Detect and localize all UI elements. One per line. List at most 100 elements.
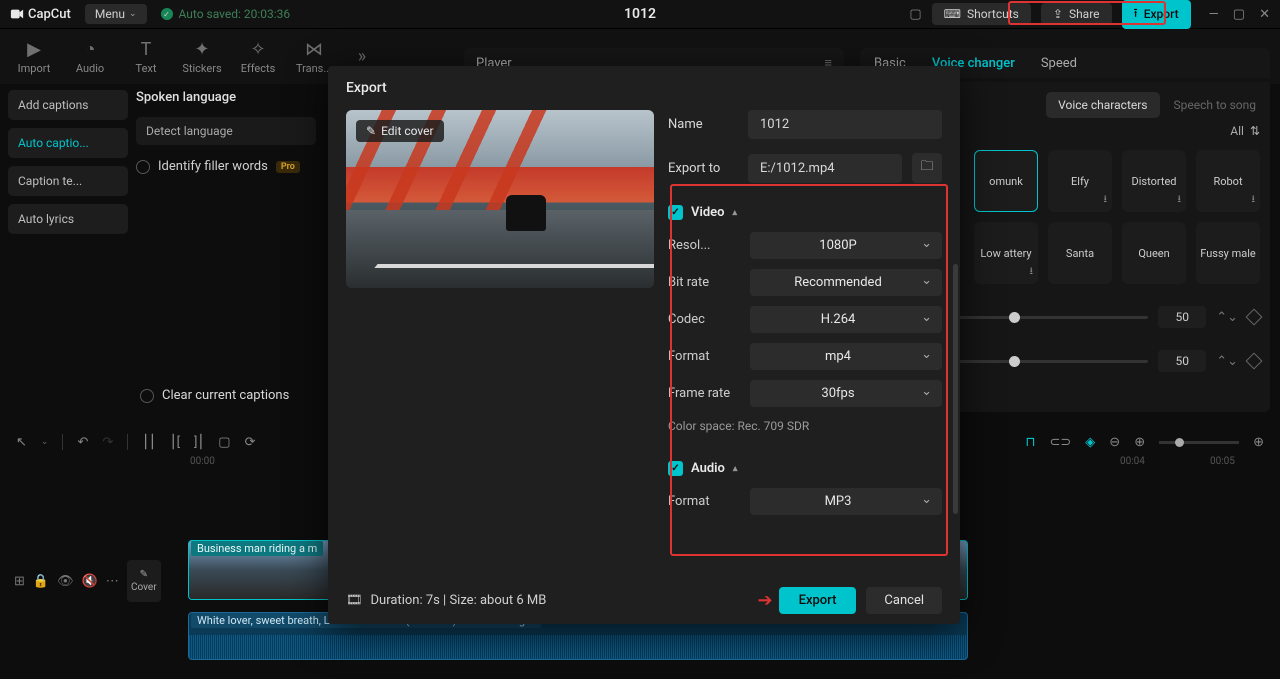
- tab-label: Effects: [241, 62, 276, 75]
- voice-card-queen[interactable]: Queen: [1122, 222, 1186, 284]
- stepper-icon[interactable]: ⌃⌄: [1216, 354, 1238, 369]
- tab-label: Trans...: [296, 62, 332, 75]
- cursor-tool-icon[interactable]: ↖: [16, 435, 27, 450]
- sidebar-auto-captions[interactable]: Auto captio...: [8, 128, 128, 158]
- keyframe-icon[interactable]: [1246, 353, 1263, 370]
- chevron-down-icon[interactable]: ⌄: [41, 437, 49, 447]
- tab-speed[interactable]: Speed: [1041, 56, 1077, 71]
- preview-icon[interactable]: ◈: [1085, 435, 1095, 450]
- identify-filler-checkbox[interactable]: Identify filler words Pro: [136, 159, 316, 174]
- keyframe-icon[interactable]: [1246, 309, 1263, 326]
- magnet-icon[interactable]: ⊓: [1025, 435, 1035, 450]
- framerate-select[interactable]: 30fps: [750, 380, 942, 407]
- track-lock-icon[interactable]: 🔒: [33, 574, 49, 589]
- video-section-toggle[interactable]: ✓ Video ▴: [668, 205, 942, 220]
- share-button[interactable]: ⇪ Share: [1041, 3, 1112, 25]
- browse-folder-button[interactable]: 🗀: [912, 153, 942, 183]
- detect-language-select[interactable]: Detect language: [136, 117, 316, 145]
- timbre-value[interactable]: 50: [1158, 350, 1206, 372]
- split-left-icon[interactable]: ⎮[: [170, 435, 180, 450]
- export-button-top[interactable]: ⭱ Export: [1122, 0, 1191, 29]
- tab-audio[interactable]: ◔Audio: [62, 39, 118, 75]
- zoom-slider[interactable]: [1159, 441, 1239, 444]
- fit-icon[interactable]: ⊕: [1253, 435, 1264, 450]
- clear-captions-checkbox[interactable]: Clear current captions: [140, 388, 289, 403]
- export-footer-info: 🎞 Duration: 7s | Size: about 6 MB: [346, 593, 546, 608]
- export-title: Export: [328, 66, 960, 104]
- cover-preview-image: ✎ Edit cover: [346, 110, 654, 288]
- sidebar-auto-lyrics[interactable]: Auto lyrics: [8, 204, 128, 234]
- name-label: Name: [668, 117, 738, 132]
- cancel-button[interactable]: Cancel: [866, 587, 942, 614]
- layout-icon[interactable]: ▢: [909, 7, 921, 22]
- menu-button[interactable]: Menu ⌄: [85, 4, 147, 24]
- voice-card-santa[interactable]: Santa: [1048, 222, 1112, 284]
- redo-icon[interactable]: ↷: [102, 435, 113, 450]
- close-icon[interactable]: ✕: [1259, 7, 1270, 22]
- voice-card-robot[interactable]: Robot⭳: [1196, 150, 1260, 212]
- name-input[interactable]: 1012: [748, 110, 942, 139]
- voice-card-chipmunk[interactable]: omunk: [974, 150, 1038, 212]
- format-select[interactable]: mp4: [750, 343, 942, 370]
- codec-select[interactable]: H.264: [750, 306, 942, 333]
- scrollbar[interactable]: [953, 264, 958, 514]
- split-icon[interactable]: ⎮⎮: [142, 435, 156, 450]
- project-title: 1012: [624, 6, 656, 22]
- resolution-select[interactable]: 1080P: [750, 232, 942, 259]
- tab-stickers[interactable]: ✦Stickers: [174, 39, 230, 75]
- zoom-out-icon[interactable]: ⊖: [1109, 435, 1120, 450]
- track-more-icon[interactable]: ⋯: [106, 574, 119, 589]
- bitrate-select[interactable]: Recommended: [750, 269, 942, 296]
- brand: CapCut: [10, 7, 71, 22]
- shortcuts-button[interactable]: ⌨ Shortcuts: [932, 3, 1031, 25]
- voice-card-low-battery[interactable]: Low attery⭳: [974, 222, 1038, 284]
- voice-card-distorted[interactable]: Distorted⭳: [1122, 150, 1186, 212]
- speech-to-song-button[interactable]: Speech to song: [1170, 92, 1261, 118]
- stepper-icon[interactable]: ⌃⌄: [1216, 310, 1238, 325]
- checkbox-checked-icon: ✓: [668, 461, 683, 476]
- link-icon[interactable]: ⊂⊃: [1049, 435, 1071, 450]
- zoom-in-icon[interactable]: ⊕: [1134, 435, 1145, 450]
- export-confirm-button[interactable]: Export: [779, 587, 857, 614]
- sidebar-add-captions[interactable]: Add captions: [8, 90, 128, 120]
- format-label: Format: [668, 349, 740, 364]
- voice-card-label: Low attery: [980, 247, 1031, 260]
- track-add-icon[interactable]: ⊞: [14, 574, 25, 589]
- tab-import[interactable]: ▶Import: [6, 39, 62, 75]
- split-right-icon[interactable]: ]⎮: [194, 435, 204, 450]
- waveform: [189, 635, 967, 659]
- footer-info-text: Duration: 7s | Size: about 6 MB: [371, 593, 547, 608]
- exportto-input[interactable]: E:/1012.mp4: [748, 154, 902, 183]
- shortcuts-label: Shortcuts: [967, 7, 1019, 21]
- track-mute-icon[interactable]: 🔇: [82, 574, 98, 589]
- pitch-value[interactable]: 50: [1158, 306, 1206, 328]
- delete-icon[interactable]: ▢: [218, 435, 230, 450]
- cover-button[interactable]: ✎ Cover: [127, 560, 161, 602]
- voice-card-fussy-male[interactable]: Fussy male: [1196, 222, 1260, 284]
- track-eye-icon[interactable]: 👁: [57, 574, 74, 589]
- minimize-icon[interactable]: —: [1209, 7, 1219, 22]
- audio-section-toggle[interactable]: ✓ Audio ▴: [668, 461, 942, 476]
- tab-label: Text: [136, 62, 157, 75]
- voice-card-elfy[interactable]: Elfy⭳: [1048, 150, 1112, 212]
- tab-text[interactable]: TText: [118, 39, 174, 75]
- audio-icon: ◔: [85, 39, 96, 60]
- more-icon: »: [358, 46, 366, 67]
- film-icon: 🎞: [346, 593, 363, 608]
- sidebar-caption-templates[interactable]: Caption te...: [8, 166, 128, 196]
- audio-format-select[interactable]: MP3: [750, 488, 942, 515]
- tab-effects[interactable]: ✧Effects: [230, 39, 286, 75]
- tab-more[interactable]: »: [342, 46, 382, 67]
- filter-icon[interactable]: ⇅: [1250, 124, 1260, 138]
- export-label: Export: [1144, 7, 1179, 21]
- edit-cover-button[interactable]: ✎ Edit cover: [356, 120, 444, 142]
- voice-characters-button[interactable]: Voice characters: [1046, 92, 1159, 118]
- undo-icon[interactable]: ↶: [77, 435, 88, 450]
- transitions-icon: ⋈: [305, 39, 323, 60]
- pencil-icon: ✎: [366, 124, 376, 138]
- colorspace-info: Color space: Rec. 709 SDR: [668, 419, 942, 433]
- voice-card-label: Distorted: [1132, 175, 1177, 188]
- refresh-icon[interactable]: ⟳: [245, 435, 256, 450]
- maximize-icon[interactable]: ▢: [1233, 7, 1245, 22]
- filter-all[interactable]: All: [1230, 124, 1244, 138]
